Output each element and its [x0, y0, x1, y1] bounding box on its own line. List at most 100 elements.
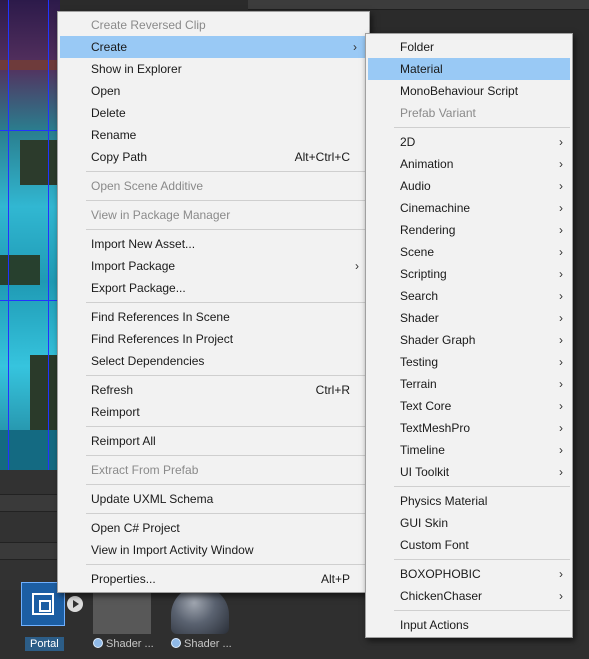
menu-item-label: Rename [91, 128, 137, 142]
menu-separator [394, 559, 570, 560]
menu-item-label: Reimport All [91, 434, 156, 448]
chevron-right-icon: › [559, 157, 563, 171]
menu-item-label: Folder [400, 40, 435, 54]
scene-object [0, 60, 60, 70]
submenu-item-shader[interactable]: Shader › [366, 307, 572, 329]
submenu-item-audio[interactable]: Audio › [366, 175, 572, 197]
submenu-item-chickenchaser[interactable]: ChickenChaser › [366, 585, 572, 607]
submenu-item-text-core[interactable]: Text Core › [366, 395, 572, 417]
menu-item-label: Extract From Prefab [91, 463, 199, 477]
gizmo-line [8, 0, 9, 470]
submenu-item-prefab-variant[interactable]: Prefab Variant [366, 102, 572, 124]
menu-separator [86, 229, 367, 230]
submenu-item-animation[interactable]: Animation › [366, 153, 572, 175]
shader-icon [93, 638, 103, 648]
submenu-item-scene[interactable]: Scene › [366, 241, 572, 263]
submenu-item-folder[interactable]: Folder [366, 36, 572, 58]
submenu-item-2d[interactable]: 2D › [366, 131, 572, 153]
menu-item-update-uxml-schema[interactable]: Update UXML Schema [58, 488, 369, 510]
chevron-right-icon: › [355, 259, 359, 273]
menu-item-label: Create Reversed Clip [91, 18, 206, 32]
submenu-item-monobehaviour-script[interactable]: MonoBehaviour Script [366, 80, 572, 102]
menu-item-view-in-import-activity-window[interactable]: View in Import Activity Window [58, 539, 369, 561]
menu-item-import-new-asset[interactable]: Import New Asset... [58, 233, 369, 255]
menu-separator [86, 513, 367, 514]
menu-item-export-package[interactable]: Export Package... [58, 277, 369, 299]
chevron-right-icon: › [559, 311, 563, 325]
chevron-right-icon: › [559, 465, 563, 479]
menu-item-label: 2D [400, 135, 416, 149]
menu-item-label: MonoBehaviour Script [400, 84, 519, 98]
submenu-item-terrain[interactable]: Terrain › [366, 373, 572, 395]
submenu-item-rendering[interactable]: Rendering › [366, 219, 572, 241]
scene-object [0, 430, 60, 470]
menu-item-reimport-all[interactable]: Reimport All [58, 430, 369, 452]
menu-item-create[interactable]: Create › [60, 36, 367, 58]
submenu-item-input-actions[interactable]: Input Actions [366, 614, 572, 636]
menu-item-properties[interactable]: Properties... Alt+P [58, 568, 369, 590]
menu-separator [86, 484, 367, 485]
menu-item-label: Timeline [400, 443, 445, 457]
menu-item-open-scene-additive[interactable]: Open Scene Additive [58, 175, 369, 197]
menu-item-label: Copy Path [91, 150, 148, 164]
shortcut-label: Alt+Ctrl+C [294, 150, 350, 164]
menu-separator [394, 610, 570, 611]
menu-item-find-references-in-scene[interactable]: Find References In Scene [58, 306, 369, 328]
menu-item-label: View in Package Manager [91, 208, 231, 222]
submenu-item-scripting[interactable]: Scripting › [366, 263, 572, 285]
menu-separator [86, 455, 367, 456]
editor-panel-header [248, 0, 589, 10]
prefab-glyph [32, 593, 54, 615]
submenu-item-search[interactable]: Search › [366, 285, 572, 307]
shader-thumbnail[interactable] [93, 586, 151, 634]
submenu-item-shader-graph[interactable]: Shader Graph › [366, 329, 572, 351]
menu-item-label: Animation [400, 157, 454, 171]
menu-item-reimport[interactable]: Reimport [58, 401, 369, 423]
menu-item-open[interactable]: Open [58, 80, 369, 102]
menu-item-show-in-explorer[interactable]: Show in Explorer [58, 58, 369, 80]
menu-item-delete[interactable]: Delete [58, 102, 369, 124]
submenu-item-boxophobic[interactable]: BOXOPHOBIC › [366, 563, 572, 585]
menu-item-copy-path[interactable]: Copy Path Alt+Ctrl+C [58, 146, 369, 168]
chevron-right-icon: › [559, 567, 563, 581]
menu-item-label: Find References In Project [91, 332, 234, 346]
menu-item-label: Physics Material [400, 494, 488, 508]
scene-object [30, 355, 60, 430]
menu-item-view-in-package-manager[interactable]: View in Package Manager [58, 204, 369, 226]
asset-label-shader-1[interactable]: Shader ... [93, 638, 154, 650]
menu-item-label: Scripting [400, 267, 447, 281]
submenu-item-cinemachine[interactable]: Cinemachine › [366, 197, 572, 219]
menu-item-rename[interactable]: Rename [58, 124, 369, 146]
menu-item-label: Shader [400, 311, 439, 325]
shader-icon [171, 638, 181, 648]
play-icon[interactable] [67, 596, 83, 612]
chevron-right-icon: › [559, 223, 563, 237]
chevron-right-icon: › [559, 377, 563, 391]
asset-label-shader-2[interactable]: Shader ... [171, 638, 232, 650]
submenu-item-physics-material[interactable]: Physics Material [366, 490, 572, 512]
menu-item-find-references-in-project[interactable]: Find References In Project [58, 328, 369, 350]
submenu-item-timeline[interactable]: Timeline › [366, 439, 572, 461]
menu-item-label: Scene [400, 245, 435, 259]
menu-item-create-reversed-clip[interactable]: Create Reversed Clip [58, 14, 369, 36]
submenu-item-textmeshpro[interactable]: TextMeshPro › [366, 417, 572, 439]
scene-view[interactable] [0, 0, 60, 470]
chevron-right-icon: › [353, 40, 357, 54]
asset-label-portal[interactable]: Portal [25, 637, 64, 651]
shortcut-label: Alt+P [320, 572, 350, 586]
chevron-right-icon: › [559, 421, 563, 435]
submenu-item-custom-font[interactable]: Custom Font [366, 534, 572, 556]
submenu-item-gui-skin[interactable]: GUI Skin [366, 512, 572, 534]
menu-item-select-dependencies[interactable]: Select Dependencies [58, 350, 369, 372]
menu-item-open-csharp-project[interactable]: Open C# Project [58, 517, 369, 539]
menu-item-refresh[interactable]: Refresh Ctrl+R [58, 379, 369, 401]
submenu-item-ui-toolkit[interactable]: UI Toolkit › [366, 461, 572, 483]
menu-item-extract-from-prefab[interactable]: Extract From Prefab [58, 459, 369, 481]
menu-separator [86, 564, 367, 565]
menu-item-label: Input Actions [400, 618, 469, 632]
submenu-item-material[interactable]: Material [368, 58, 570, 80]
submenu-item-testing[interactable]: Testing › [366, 351, 572, 373]
chevron-right-icon: › [559, 355, 563, 369]
menu-item-label: Shader Graph [400, 333, 476, 347]
menu-item-import-package[interactable]: Import Package › [58, 255, 369, 277]
